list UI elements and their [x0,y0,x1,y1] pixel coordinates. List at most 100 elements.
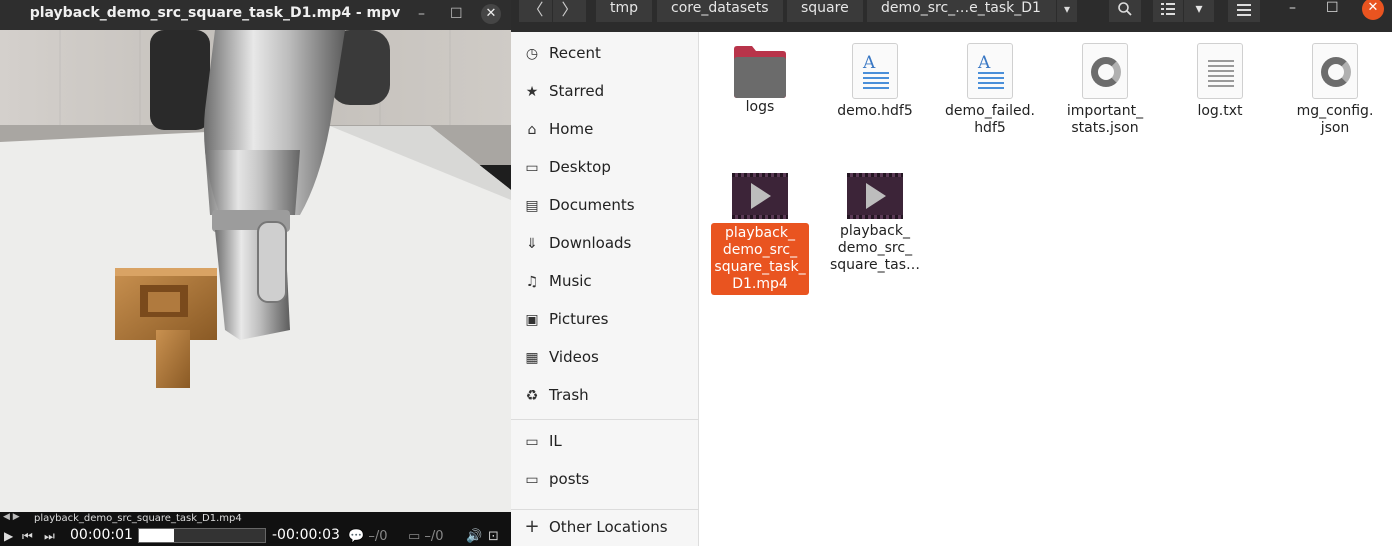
file-item[interactable]: Ademo_failed. hdf5 [935,43,1045,137]
sidebar-item-videos[interactable]: ▦ Videos [511,340,699,376]
close-icon[interactable]: ✕ [1362,0,1384,20]
folder-icon [732,43,788,98]
mpv-titlebar[interactable]: playback_demo_src_square_task_D1.mp4 - m… [0,0,511,30]
json-file-icon [1082,43,1128,99]
seek-bar[interactable] [138,528,266,543]
maximize-icon[interactable]: ☐ [1326,0,1339,16]
document-file-icon: A [852,43,898,99]
picture-icon: ▣ [525,312,539,328]
sidebar-item-starred[interactable]: ★ Starred [511,74,699,110]
osc-filename: playback_demo_src_square_task_D1.mp4 [34,513,242,524]
hamburger-menu-icon[interactable] [1228,0,1260,22]
sidebar-item-label: Starred [549,82,605,100]
mpv-window-title: playback_demo_src_square_task_D1.mp4 - m… [29,5,401,21]
sidebar-item-music[interactable]: ♫ Music [511,264,699,300]
file-item[interactable]: playback_ demo_src_ square_task_ D1.mp4 [705,163,815,295]
breadcrumb-square[interactable]: square [787,0,864,22]
sidebar-item-il[interactable]: ▭ IL [511,424,699,460]
video-frame[interactable] [0,30,511,512]
plus-icon: + [524,516,540,537]
chevron-down-icon[interactable]: ▾ [1057,0,1077,22]
sidebar-item-recent[interactable]: ◷ Recent [511,36,699,72]
sidebar-item-downloads[interactable]: ⇓ Downloads [511,226,699,262]
sidebar-item-home[interactable]: ⌂ Home [511,112,699,148]
document-file-icon: A [967,43,1013,99]
music-icon: ♫ [525,274,539,290]
audio-track-label: –/0 [424,529,444,544]
sidebar-item-label: Pictures [549,310,609,328]
clock-icon: ◷ [525,46,539,62]
elapsed-time[interactable]: 00:00:01 [70,527,133,543]
minimize-icon[interactable]: – [418,6,425,22]
sidebar-item-desktop[interactable]: ▭ Desktop [511,150,699,186]
view-options-icon[interactable]: ▾ [1184,0,1214,22]
sidebar-item-label: IL [549,432,562,450]
play-icon[interactable]: ▶ [4,529,13,543]
file-name: log.txt [1197,103,1243,119]
subtitle-track-label: –/0 [368,529,388,544]
next-icon[interactable]: ⏭ [44,529,55,544]
sidebar-item-label: Home [549,120,594,138]
folder-icon: ▭ [525,472,539,488]
home-icon: ⌂ [527,122,537,138]
files-window: 〈 〉 tmp core_datasets square demo_src_…e… [511,0,1392,546]
star-icon: ★ [525,84,539,100]
sidebar-item-label: Desktop [549,158,611,176]
sidebar-item-label: Music [549,272,592,290]
sidebar-item-trash[interactable]: ♻ Trash [511,378,699,414]
sidebar-item-label: Downloads [549,234,632,252]
video-file-icon [732,173,788,219]
file-item[interactable]: mg_config. json [1280,43,1390,137]
fullscreen-icon[interactable]: ⊡ [488,529,499,544]
file-grid: logs Ademo.hdf5 Ademo_failed. hdf5 importan… [700,32,1392,546]
places-sidebar: ◷ Recent ★ Starred ⌂ Home ▭ Desktop ▤ Documents ⇓ D… [511,32,699,546]
maximize-icon[interactable]: ☐ [450,6,463,22]
sidebar-item-other-locations[interactable]: + Other Locations [511,510,699,546]
file-item[interactable]: Ademo.hdf5 [820,43,930,120]
close-icon[interactable]: ✕ [481,4,501,24]
previous-icon[interactable]: ⏮ [22,529,33,544]
search-icon[interactable] [1109,0,1141,22]
back-button[interactable]: 〈 [519,0,552,22]
sidebar-item-label: Documents [549,196,635,214]
breadcrumb-tmp[interactable]: tmp [596,0,654,22]
sidebar-item-label: Recent [549,44,601,62]
remaining-time[interactable]: -00:00:03 [272,527,340,543]
playlist-nav-icon[interactable]: ◀ ▶ [3,512,20,522]
file-item[interactable]: important_ stats.json [1050,43,1160,137]
forward-button[interactable]: 〉 [553,0,586,22]
file-name: playback_ demo_src_ square_task_ D1.mp4 [711,223,809,295]
file-item[interactable]: logs [705,43,815,116]
breadcrumb-core-datasets[interactable]: core_datasets [657,0,784,22]
robot-scene [0,30,511,512]
video-icon: ▦ [525,350,539,366]
document-icon: ▤ [525,198,539,214]
breadcrumb-current[interactable]: demo_src_…e_task_D1 [867,0,1057,22]
desktop-icon: ▭ [525,160,539,176]
folder-icon: ▭ [525,434,539,450]
seek-bar-fill [139,529,175,542]
files-headerbar: 〈 〉 tmp core_datasets square demo_src_…e… [511,0,1392,32]
video-file-icon [847,173,903,219]
json-file-icon [1312,43,1358,99]
sidebar-item-posts[interactable]: ▭ posts [511,462,699,498]
sidebar-item-pictures[interactable]: ▣ Pictures [511,302,699,338]
sidebar-separator [511,419,699,420]
file-name: important_ stats.json [1066,103,1144,136]
sidebar-item-label: Trash [549,386,589,404]
text-file-icon [1197,43,1243,99]
list-view-icon[interactable] [1153,0,1183,22]
minimize-icon[interactable]: – [1289,0,1296,16]
audio-track-icon[interactable]: ▭ –/0 [408,529,444,544]
file-name: logs [745,99,775,115]
file-item[interactable]: playback_ demo_src_ square_tas… [820,163,930,274]
download-icon: ⇓ [526,236,538,252]
subtitle-track-icon[interactable]: 💬 –/0 [348,529,387,544]
file-name: demo.hdf5 [837,103,913,119]
sidebar-item-label: posts [549,470,590,488]
sidebar-item-documents[interactable]: ▤ Documents [511,188,699,224]
file-name: mg_config. json [1296,103,1374,136]
volume-icon[interactable]: 🔊 [466,529,482,544]
mpv-osc-bar: ◀ ▶ playback_demo_src_square_task_D1.mp4… [0,512,511,546]
file-item[interactable]: log.txt [1165,43,1275,120]
